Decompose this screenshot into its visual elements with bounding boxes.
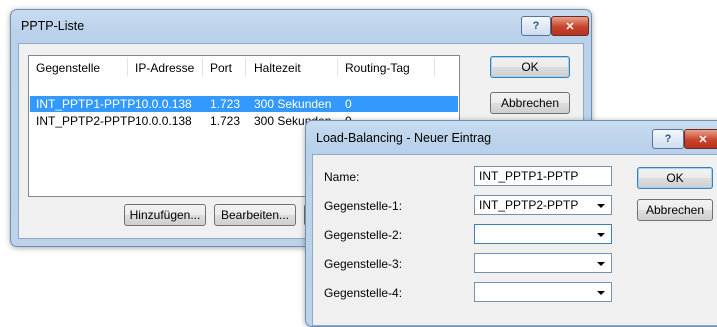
cell-haltezeit: 300 Sekunden bbox=[254, 97, 332, 111]
lb-dialog-title: Load-Balancing - Neuer Eintrag bbox=[316, 131, 492, 145]
close-icon: ✕ bbox=[565, 20, 575, 33]
ok-button[interactable]: OK bbox=[490, 56, 570, 78]
name-value: INT_PPTP1-PPTP bbox=[479, 169, 579, 183]
help-button[interactable]: ? bbox=[652, 129, 684, 149]
chevron-down-icon bbox=[597, 204, 605, 208]
peer1-label: Gegenstelle-1: bbox=[324, 199, 403, 213]
list-header: Gegenstelle IP-Adresse Port Haltezeit Ro… bbox=[29, 56, 459, 78]
cancel-button[interactable]: Abbrechen bbox=[490, 92, 570, 114]
load-balancing-dialog: Load-Balancing - Neuer Eintrag ? ✕ Name:… bbox=[305, 120, 717, 327]
ok-button[interactable]: OK bbox=[637, 167, 713, 189]
cell-gegenstelle: INT_PPTP2-PPTP bbox=[36, 114, 136, 128]
peer4-label: Gegenstelle-4: bbox=[324, 286, 403, 300]
col-header-haltezeit[interactable]: Haltezeit bbox=[254, 61, 301, 75]
col-header-port[interactable]: Port bbox=[210, 61, 232, 75]
cell-ip: 10.0.0.138 bbox=[135, 97, 192, 111]
close-icon: ✕ bbox=[698, 133, 708, 146]
cell-ip: 10.0.0.138 bbox=[135, 114, 192, 128]
cell-gegenstelle: INT_PPTP1-PPTP bbox=[36, 97, 136, 111]
cell-port: 1.723 bbox=[210, 114, 241, 128]
peer1-select[interactable]: INT_PPTP2-PPTP bbox=[474, 195, 612, 215]
cell-routing-tag: 0 bbox=[345, 97, 352, 111]
help-icon: ? bbox=[532, 20, 540, 32]
peer4-select[interactable] bbox=[474, 282, 612, 302]
chevron-down-icon bbox=[597, 233, 605, 237]
lb-dialog-client: Name: INT_PPTP1-PPTP Gegenstelle-1: INT_… bbox=[312, 154, 717, 326]
col-header-ip[interactable]: IP-Adresse bbox=[135, 61, 194, 75]
help-button[interactable]: ? bbox=[521, 16, 551, 36]
edit-button[interactable]: Bearbeiten... bbox=[214, 204, 296, 226]
peer2-label: Gegenstelle-2: bbox=[324, 228, 403, 242]
pptp-window-title: PPTP-Liste bbox=[21, 19, 85, 33]
chevron-down-icon bbox=[597, 262, 605, 266]
help-icon: ? bbox=[664, 133, 672, 145]
peer3-select[interactable] bbox=[474, 253, 612, 273]
cancel-button[interactable]: Abbrechen bbox=[637, 199, 713, 221]
close-button[interactable]: ✕ bbox=[551, 16, 589, 36]
peer2-select[interactable] bbox=[474, 224, 612, 244]
col-header-gegenstelle[interactable]: Gegenstelle bbox=[36, 61, 100, 75]
name-field[interactable]: INT_PPTP1-PPTP bbox=[474, 166, 612, 186]
name-label: Name: bbox=[324, 170, 360, 184]
add-button[interactable]: Hinzufügen... bbox=[124, 204, 206, 226]
table-row[interactable]: INT_PPTP1-PPTP 10.0.0.138 1.723 300 Seku… bbox=[30, 96, 458, 112]
chevron-down-icon bbox=[597, 291, 605, 295]
col-header-routing-tag[interactable]: Routing-Tag bbox=[345, 61, 410, 75]
cell-port: 1.723 bbox=[210, 97, 241, 111]
close-button[interactable]: ✕ bbox=[684, 129, 717, 149]
peer3-label: Gegenstelle-3: bbox=[324, 257, 403, 271]
peer1-value: INT_PPTP2-PPTP bbox=[479, 198, 579, 212]
